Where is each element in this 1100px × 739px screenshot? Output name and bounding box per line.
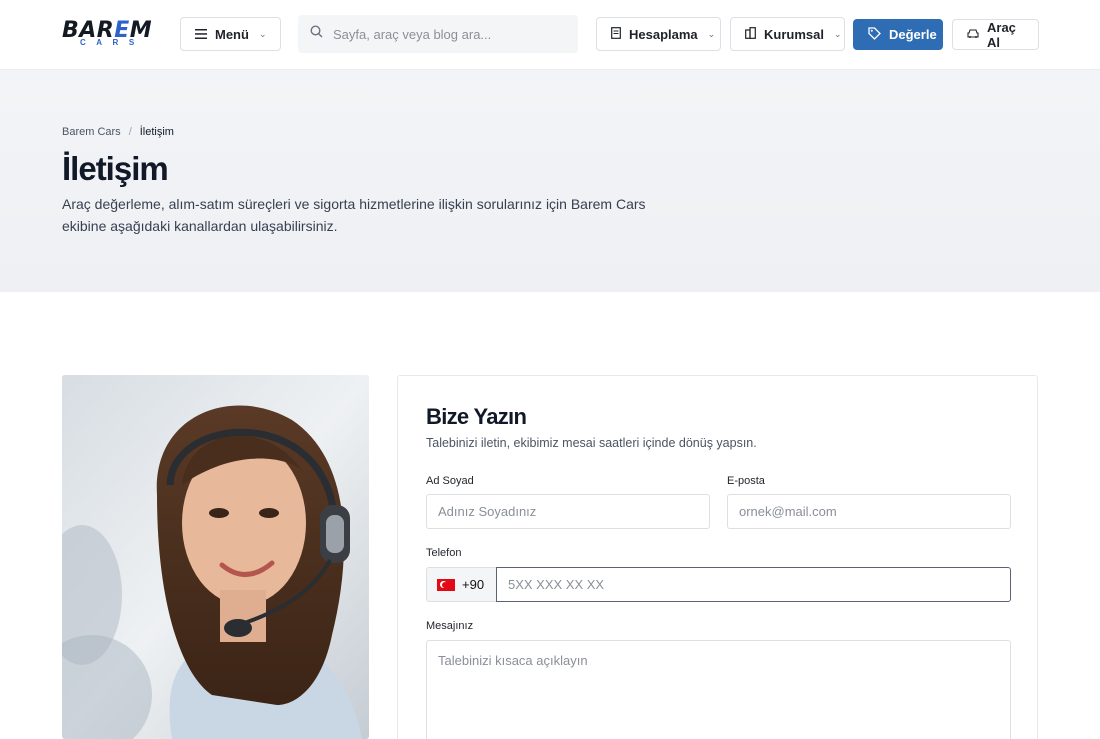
country-code: +90: [462, 577, 485, 592]
message-textarea[interactable]: [426, 640, 1011, 739]
phone-label: Telefon: [426, 547, 462, 559]
document-icon: [611, 26, 621, 42]
site-search: [298, 15, 578, 53]
breadcrumb: Barem Cars / İletişim: [62, 126, 174, 138]
barem-cars-logo[interactable]: BAREM CARS: [62, 20, 166, 48]
search-input[interactable]: [333, 26, 563, 42]
building-icon: [745, 26, 756, 42]
message-label: Mesajınız: [426, 620, 474, 632]
form-title: Bize Yazın: [426, 404, 527, 429]
name-label: Ad Soyad: [426, 475, 474, 487]
menu-button[interactable]: Menü ⌄: [180, 17, 281, 51]
menu-button-label: Menü: [215, 26, 249, 42]
name-input[interactable]: [426, 494, 710, 529]
chevron-down-icon: ⌄: [707, 28, 716, 39]
form-subtitle: Talebinizi iletin, ekibimiz mesai saatle…: [426, 436, 757, 450]
phone-input[interactable]: [496, 567, 1011, 602]
hesaplama-dropdown-button[interactable]: Hesaplama ⌄: [596, 17, 721, 51]
page-hero: Barem Cars / İletişim İletişim Araç değe…: [0, 70, 1100, 292]
car-icon: [967, 27, 979, 42]
turkey-flag-icon: [437, 578, 455, 591]
page-title: İletişim: [62, 150, 169, 187]
email-label: E-posta: [727, 475, 765, 487]
kurumsal-label: Kurumsal: [764, 26, 824, 42]
degerle-label: Değerle: [889, 27, 937, 42]
contact-form-card: Bize Yazın Talebinizi iletin, ekibimiz m…: [397, 375, 1038, 739]
email-input[interactable]: [727, 494, 1011, 529]
chevron-down-icon: ⌄: [833, 28, 842, 39]
breadcrumb-home-link[interactable]: Barem Cars: [62, 126, 121, 138]
tag-icon: [868, 26, 881, 43]
breadcrumb-current: İletişim: [139, 126, 174, 138]
arac-al-button[interactable]: Araç Al: [952, 19, 1039, 50]
support-agent-photo: [62, 375, 369, 739]
page-description: Araç değerleme, alım-satım süreçleri ve …: [62, 196, 646, 234]
arac-al-label: Araç Al: [987, 19, 1016, 50]
kurumsal-dropdown-button[interactable]: Kurumsal ⌄: [730, 17, 845, 51]
degerle-button[interactable]: Değerle: [853, 19, 943, 50]
hamburger-icon: [195, 27, 207, 42]
hesaplama-label: Hesaplama: [629, 26, 698, 42]
breadcrumb-separator: /: [128, 126, 132, 138]
chevron-down-icon: ⌄: [258, 28, 267, 39]
search-icon: [310, 25, 323, 43]
country-code-selector[interactable]: +90: [426, 567, 496, 602]
site-header: BAREM CARS Menü ⌄ Hesaplama ⌄ Kurumsal ⌄…: [0, 0, 1100, 70]
